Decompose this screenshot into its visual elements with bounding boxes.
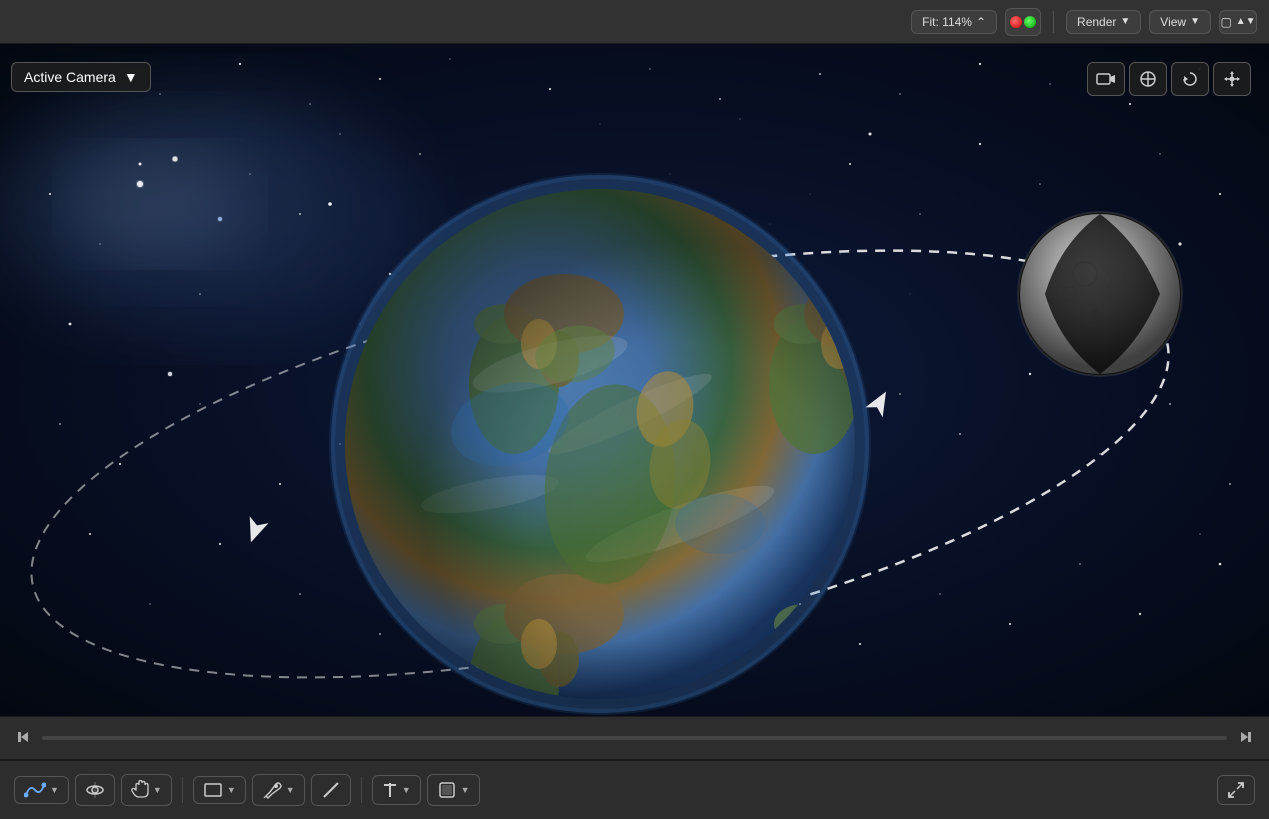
camera-selector[interactable]: Active Camera ▼ <box>11 62 151 92</box>
color-green <box>1024 16 1036 28</box>
pen-tool-icon <box>262 780 282 800</box>
render-label: Render <box>1077 15 1116 29</box>
pen-chevron-icon: ▼ <box>286 785 295 795</box>
viewport: Active Camera ▼ <box>0 44 1269 716</box>
scene-svg <box>0 44 1269 716</box>
timeline-start-button[interactable] <box>12 724 34 753</box>
text-chevron-icon: ▼ <box>402 785 411 795</box>
pen-tool-button[interactable]: ▼ <box>252 774 305 806</box>
line-tool-button[interactable] <box>311 774 351 806</box>
expand-icon <box>1227 781 1245 799</box>
camera-icon <box>1096 71 1116 87</box>
rect-tool-icon <box>203 782 223 798</box>
move-icon <box>1139 70 1157 88</box>
color-red <box>1010 16 1022 28</box>
zoom-chevron-icon: ⌃ <box>976 15 986 29</box>
zoom-control[interactable]: Fit: 114% ⌃ <box>911 10 997 34</box>
orbit-tool-button[interactable] <box>75 774 115 806</box>
render-button[interactable]: Render ▼ <box>1066 10 1141 34</box>
viewport-controls <box>1087 62 1251 96</box>
camera-label: Active Camera <box>24 69 116 85</box>
render-chevron-icon: ▼ <box>1120 16 1130 27</box>
zoom-label: Fit: 114% <box>922 15 972 29</box>
orbit-tool-icon <box>85 780 105 800</box>
curve-tool-button[interactable]: ▼ <box>14 776 69 804</box>
separator-2 <box>361 777 362 803</box>
shape-tool-button[interactable]: ▼ <box>427 774 480 806</box>
view-chevron-icon: ▼ <box>1190 16 1200 27</box>
rect-chevron-icon: ▼ <box>227 785 236 795</box>
line-tool-icon <box>321 780 341 800</box>
rotate-view-button[interactable] <box>1171 62 1209 96</box>
layout-icon: ▢ <box>1220 15 1231 29</box>
curve-tool-icon <box>24 782 46 798</box>
hand-chevron-icon: ▼ <box>153 785 162 795</box>
timeline-bar <box>0 716 1269 760</box>
hand-tool-button[interactable]: ▼ <box>121 774 172 806</box>
divider <box>1053 11 1054 33</box>
camera-view-button[interactable] <box>1087 62 1125 96</box>
camera-chevron-icon: ▼ <box>124 69 138 85</box>
shape-tool-icon <box>437 780 457 800</box>
view-button[interactable]: View ▼ <box>1149 10 1211 34</box>
timeline-end-button[interactable] <box>1235 724 1257 753</box>
rotate-icon <box>1181 70 1199 88</box>
scale-icon <box>1223 70 1241 88</box>
view-label: View <box>1160 15 1186 29</box>
timeline-start-icon <box>16 730 30 744</box>
scale-view-button[interactable] <box>1213 62 1251 96</box>
rect-tool-button[interactable]: ▼ <box>193 776 246 804</box>
color-swatch[interactable] <box>1005 8 1041 36</box>
separator-1 <box>182 777 183 803</box>
layout-button[interactable]: ▢ ▲▼ <box>1219 10 1257 34</box>
move-view-button[interactable] <box>1129 62 1167 96</box>
layout-chevron-icon: ▲▼ <box>1236 16 1256 27</box>
expand-button[interactable] <box>1217 775 1255 805</box>
text-tool-button[interactable]: ▼ <box>372 775 421 805</box>
shape-chevron-icon: ▼ <box>461 785 470 795</box>
timeline-track[interactable] <box>42 736 1227 740</box>
text-tool-icon <box>382 781 398 799</box>
top-toolbar: Fit: 114% ⌃ Render ▼ View ▼ ▢ ▲▼ <box>0 0 1269 44</box>
timeline-end-icon <box>1239 730 1253 744</box>
bottom-toolbar: ▼ ▼ ▼ ▼ <box>0 760 1269 819</box>
hand-tool-icon <box>131 780 149 800</box>
curve-chevron-icon: ▼ <box>50 785 59 795</box>
